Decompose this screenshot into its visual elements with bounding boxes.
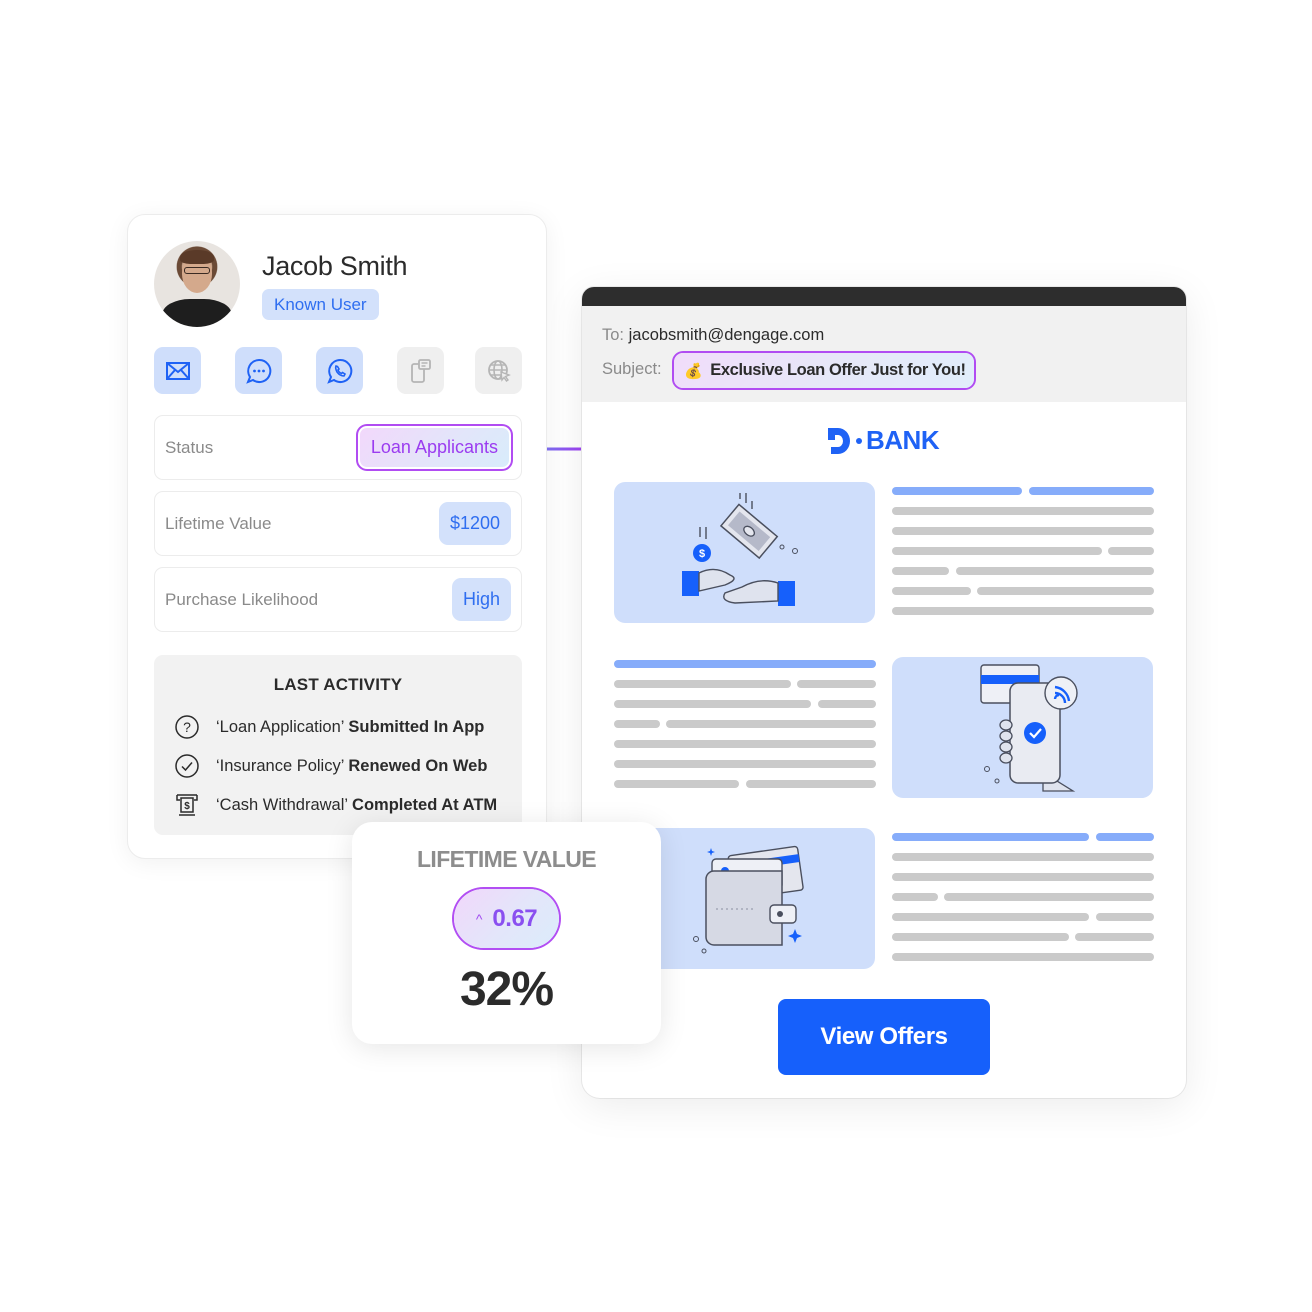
hands-money-icon: $ bbox=[681, 492, 798, 606]
text-placeholder-block bbox=[614, 660, 876, 790]
customer-name: Jacob Smith bbox=[262, 251, 408, 281]
customer-profile-card: Jacob Smith Known User Status Loan Appli… bbox=[127, 214, 547, 859]
status-chip[interactable]: Loan Applicants bbox=[358, 426, 511, 469]
to-address: jacobsmith@dengage.com bbox=[628, 326, 825, 344]
activity-subject: ‘Insurance Policy’ bbox=[216, 756, 344, 775]
subject-text: Exclusive Loan Offer Just for You! bbox=[710, 361, 966, 379]
attribute-label: Lifetime Value bbox=[165, 514, 272, 533]
channel-list bbox=[154, 347, 522, 395]
known-user-badge: Known User bbox=[262, 289, 379, 320]
email-to-line: To: jacobsmith@dengage.com bbox=[602, 326, 824, 345]
text-placeholder-block bbox=[892, 487, 1154, 617]
channel-email[interactable] bbox=[154, 347, 201, 394]
atm-cash-icon: $ bbox=[176, 794, 198, 816]
activity-action: Completed At ATM bbox=[352, 795, 498, 814]
subject-chip[interactable]: 💰 Exclusive Loan Offer Just for You! bbox=[674, 353, 974, 388]
activity-subject: ‘Cash Withdrawal’ bbox=[216, 795, 348, 814]
d-logo-icon bbox=[828, 427, 850, 454]
email-icon bbox=[165, 361, 190, 380]
last-activity-panel: LAST ACTIVITY ? ‘Loan Application’ Submi… bbox=[154, 655, 522, 835]
phone-contactless-payment-icon bbox=[979, 663, 1078, 792]
chat-bubble-icon bbox=[245, 358, 271, 384]
ltv-change-value: 0.67 bbox=[492, 904, 538, 932]
activity-action: Submitted In App bbox=[348, 717, 485, 736]
svg-text:?: ? bbox=[183, 719, 191, 735]
activity-action: Renewed On Web bbox=[348, 756, 488, 775]
activity-item: $ ‘Cash Withdrawal’ Completed At ATM bbox=[174, 792, 497, 818]
svg-text:$: $ bbox=[698, 548, 704, 560]
chevron-up-icon: ^ bbox=[475, 910, 483, 927]
bank-name: BANK bbox=[866, 425, 940, 455]
whatsapp-icon bbox=[326, 358, 352, 384]
sms-phone-icon bbox=[410, 358, 431, 383]
channel-chat[interactable] bbox=[235, 347, 282, 394]
check-circle-icon bbox=[175, 754, 199, 778]
money-bag-icon: 💰 bbox=[684, 362, 703, 380]
to-label: To: bbox=[602, 326, 625, 344]
email-window-bar bbox=[582, 287, 1186, 306]
ltv-title: LIFETIME VALUE bbox=[416, 846, 597, 872]
logo-dot bbox=[856, 437, 862, 444]
activity-item: ? ‘Loan Application’ Submitted In App bbox=[174, 714, 484, 740]
attribute-row-lifetime-value: Lifetime Value $1200 bbox=[154, 491, 522, 556]
email-preview: To: jacobsmith@dengage.com Subject: 💰 Ex… bbox=[582, 287, 1186, 1098]
bank-logo: BANK bbox=[826, 425, 940, 456]
ltv-change-badge: ^ 0.67 bbox=[454, 889, 559, 948]
attribute-label: Purchase Likelihood bbox=[165, 590, 319, 609]
email-header: To: jacobsmith@dengage.com Subject: 💰 Ex… bbox=[582, 306, 1186, 402]
wallet-cards-icon bbox=[692, 845, 804, 953]
question-circle-icon: ? bbox=[175, 715, 199, 739]
text-placeholder-block bbox=[892, 833, 1154, 963]
purchase-likelihood-chip: High bbox=[451, 578, 511, 621]
channel-whatsapp[interactable] bbox=[316, 347, 363, 394]
attribute-row-status: Status Loan Applicants bbox=[154, 415, 522, 480]
svg-text:$: $ bbox=[184, 801, 190, 812]
attribute-label: Status bbox=[165, 438, 214, 457]
channel-sms[interactable] bbox=[397, 347, 444, 394]
activity-item: ‘Insurance Policy’ Renewed On Web bbox=[174, 753, 487, 779]
attribute-row-purchase-likelihood: Purchase Likelihood High bbox=[154, 567, 522, 632]
illustration-hands-money: $ bbox=[614, 482, 875, 623]
web-push-icon bbox=[487, 359, 511, 382]
illustration-phone-payment bbox=[892, 657, 1153, 798]
lifetime-value-chip: $1200 bbox=[438, 502, 511, 545]
ltv-percent: 32% bbox=[459, 963, 554, 1016]
view-offers-button[interactable]: View Offers bbox=[778, 999, 990, 1075]
activity-subject: ‘Loan Application’ bbox=[216, 717, 344, 736]
lifetime-value-card: LIFETIME VALUE ^ 0.67 32% bbox=[352, 822, 661, 1044]
subject-label: Subject: bbox=[602, 360, 662, 378]
channel-web-push[interactable] bbox=[475, 347, 522, 394]
last-activity-title: LAST ACTIVITY bbox=[273, 675, 403, 694]
avatar bbox=[154, 241, 240, 327]
